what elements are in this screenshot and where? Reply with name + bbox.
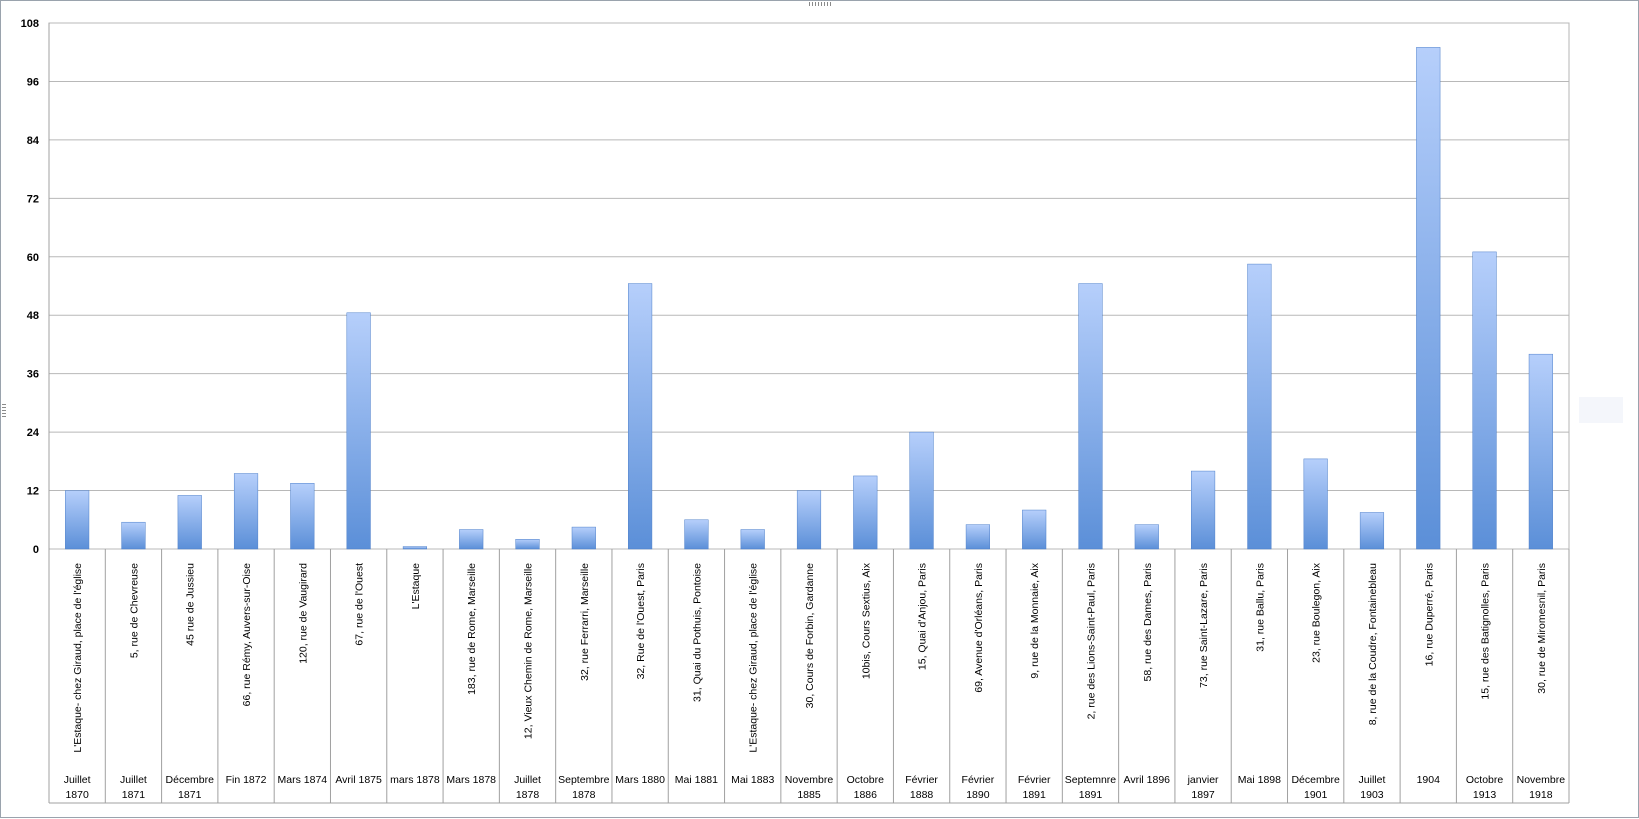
chart-window: 108 96 84 72 60 48 36 24 12 0 L'Estaque- chez Gir…: [0, 0, 1639, 818]
bar: [796, 490, 822, 550]
bar: [233, 473, 259, 550]
x-date-label: Fin 1872: [226, 774, 267, 786]
bar: [1359, 512, 1385, 550]
y-tick-label: 12: [27, 486, 39, 498]
x-category-label: 5, rue de Chevreuse: [128, 563, 140, 658]
x-date-label: Novembre 1918: [1517, 774, 1566, 801]
x-date-label: 1904: [1417, 774, 1441, 786]
x-date-label: Juillet 1903: [1359, 774, 1386, 801]
x-date-label: Septemnre 1891: [1065, 774, 1117, 801]
x-date-label: Mai 1883: [731, 774, 774, 786]
x-date-label: Avril 1896: [1124, 774, 1171, 786]
x-date-label: Juillet 1871: [120, 774, 147, 801]
x-date-label: Février 1891: [1018, 774, 1051, 801]
bar: [121, 521, 146, 550]
bar: [402, 546, 427, 550]
bar: [1078, 283, 1103, 550]
x-date-label: Mai 1881: [675, 774, 718, 786]
x-category-label: 120, rue de Vaugirard: [297, 563, 309, 664]
x-category-label: 8, rue de la Coudre, Fontainebleau: [1367, 563, 1379, 725]
x-date-label: Mars 1874: [278, 774, 328, 786]
x-date-label: Mars 1878: [446, 774, 496, 786]
x-category-label: 9, rue de la Monnaie, Aix: [1029, 562, 1041, 678]
bar: [459, 529, 484, 550]
x-date-label: Décembre 1871: [166, 774, 215, 801]
x-category-label: 15, rue des Batignolles, Paris: [1480, 563, 1492, 700]
bar: [1134, 524, 1159, 550]
x-category-label: 45 rue de Jussieu: [185, 563, 197, 646]
y-tick-label: 72: [27, 193, 39, 205]
x-category-label: 32, Rue de l'Ouest, Paris: [635, 563, 647, 679]
plot-background: [48, 22, 1570, 550]
x-date-label: Avril 1875: [335, 774, 382, 786]
x-category-label: 2, rue des Lions-Saint-Paul, Paris: [1085, 563, 1097, 719]
x-date-label: janvier 1897: [1187, 774, 1219, 801]
bar: [1528, 353, 1553, 550]
bar: [965, 524, 990, 550]
x-category-label: 16, rue Duperré, Paris: [1423, 563, 1435, 666]
y-tick-label: 0: [33, 544, 39, 556]
x-category-label: 30, Cours de Forbin, Gardanne: [804, 563, 816, 708]
x-category-label: 69, Avenue d'Orléans, Paris: [973, 563, 985, 693]
y-tick-label: 24: [27, 427, 40, 439]
x-date-label: Mai 1898: [1238, 774, 1281, 786]
bar: [65, 490, 90, 550]
bar: [740, 529, 765, 550]
bar: [684, 519, 709, 550]
x-category-label: 66, rue Rémy, Auvers-sur-Oise: [241, 563, 253, 707]
y-tick-label: 36: [27, 369, 39, 381]
x-category-label: 23, rue Boulegon, Aix: [1311, 562, 1323, 663]
x-category-label: 15, Quai d'Anjou, Paris: [917, 563, 929, 670]
x-date-label: Septembre 1878: [558, 774, 610, 801]
y-tick-label: 84: [27, 135, 40, 147]
x-category-label: 32, rue Ferrarri, Marseille: [579, 563, 591, 681]
bar: [1191, 470, 1216, 550]
bar: [628, 283, 653, 550]
x-category-label: 73, rue Saint-Lazare, Paris: [1198, 563, 1210, 688]
x-category-label: 183, rue de Rome, Marseille: [466, 563, 478, 695]
x-category-label: 31, Quai du Pothuis, Pontoise: [691, 563, 703, 702]
x-category-label: 67, rue de l'Ouest: [354, 563, 366, 646]
x-date-label: Novembre 1885: [785, 774, 834, 801]
bar: [515, 539, 540, 550]
y-tick-label: 96: [27, 76, 39, 88]
x-category-label: 12, Vieux Chemin de Rome, Marseille: [523, 563, 535, 739]
bar: [177, 495, 202, 550]
bar: [290, 483, 315, 550]
x-category-label: 10bis, Cours Sextius, Aix: [860, 562, 872, 679]
bar: [571, 526, 596, 550]
x-date-label: Juillet 1870: [64, 774, 91, 801]
chart-plot: 108 96 84 72 60 48 36 24 12 0 L'Estaque- chez Gir…: [21, 18, 1570, 804]
x-category-label: L'Estaque- chez Giraud, place de l'églis…: [72, 563, 84, 753]
bar: [853, 475, 878, 550]
x-date-label: Mars 1880: [615, 774, 665, 786]
x-category-label: L'Estaque- chez Giraud, place de l'églis…: [748, 563, 760, 753]
x-category-label: 31, rue Ballu, Paris: [1254, 563, 1266, 652]
bar: [909, 431, 934, 550]
bar: [346, 312, 371, 550]
x-category-label: L'Estaque: [410, 563, 422, 610]
x-category-label: 58, rue des Dames, Paris: [1142, 563, 1154, 681]
y-axis: 108 96 84 72 60 48 36 24 12 0: [21, 18, 50, 803]
y-tick-label: 48: [27, 310, 39, 322]
x-date-label: Juillet 1878: [514, 774, 541, 801]
x-date-label: Octobre 1886: [847, 774, 885, 801]
x-category-label: 30, rue de Miromesnil, Paris: [1536, 563, 1548, 694]
y-tick-label: 108: [21, 18, 39, 30]
x-date-label: mars 1878: [390, 774, 440, 786]
plot-area: [48, 22, 1570, 550]
bar: [1303, 458, 1328, 550]
bar: [1416, 47, 1441, 550]
category-table: L'Estaque- chez Giraud, place de l'églis…: [48, 549, 1570, 804]
bar: [1022, 509, 1047, 550]
x-date-label: Février 1888: [905, 774, 938, 801]
bar: [1472, 251, 1497, 550]
y-tick-label: 60: [27, 252, 39, 264]
x-date-label: Décembre 1901: [1291, 774, 1340, 801]
bar: [1247, 263, 1272, 550]
x-date-label: Février 1890: [962, 774, 995, 801]
x-date-label: Octobre 1913: [1466, 774, 1504, 801]
